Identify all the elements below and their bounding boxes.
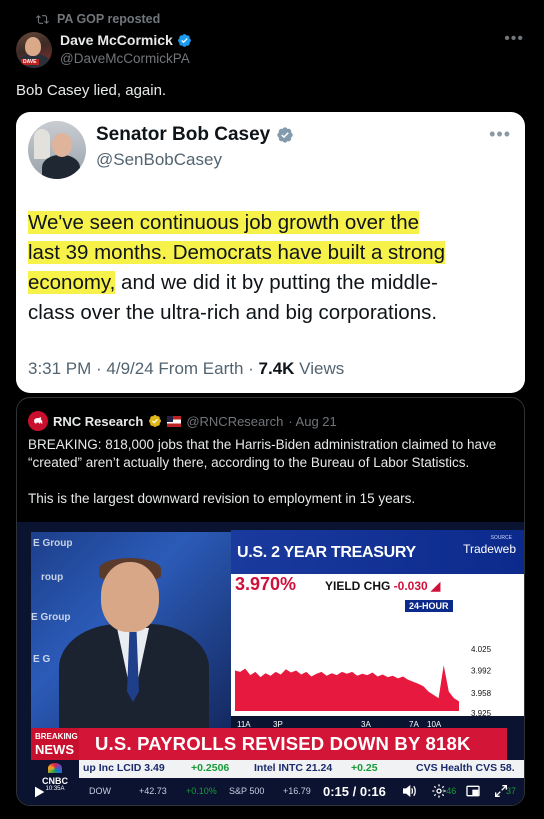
ticker-change: +0.2506 [191, 762, 230, 774]
source-small: SOURCE [490, 535, 512, 541]
highlight-line-2: last 39 months. Democrats have built a s… [28, 241, 446, 264]
studio-sign: E Group [33, 538, 73, 549]
quoted-header: RNC Research @RNCResearch · Aug 21 [28, 411, 337, 431]
embedded-name-row: Senator Bob Casey [96, 124, 294, 146]
avatar-tag: DAVE [21, 59, 39, 65]
studio-sign: E Group [31, 612, 71, 623]
verified-grey-badge-icon [277, 127, 293, 143]
quoted-text: BREAKING: 818,000 jobs that the Harris-B… [28, 436, 518, 526]
picture-in-picture-icon[interactable] [465, 783, 481, 802]
yield-chg-value: -0.030 [393, 579, 428, 593]
verified-badge-icon [177, 33, 191, 47]
video-player[interactable]: E Group roup E Group E G U.S. 2 YEAR TRE… [17, 522, 524, 805]
repost-label: PA GOP reposted [57, 12, 161, 26]
y-tick-label: 4.025 [471, 645, 492, 654]
quoted-date: · Aug 21 [288, 413, 337, 429]
breaking-news-label: BREAKING NEWS [31, 728, 79, 760]
author-name[interactable]: Dave McCormick [60, 32, 173, 48]
studio-sign: E G [33, 654, 51, 665]
embedded-views-label: Views [294, 359, 345, 378]
video-controls: 0:15 / 0:16 [17, 776, 524, 805]
tweet-text: Bob Casey lied, again. [16, 82, 167, 99]
affiliate-flag-icon [167, 415, 182, 427]
highlight-line-3: economy, [28, 271, 116, 294]
y-tick-label: 3.992 [471, 667, 492, 676]
ticker-item: CVS Health CVS 58. [416, 762, 515, 774]
anchor-head [101, 562, 159, 632]
embedded-avatar [28, 121, 86, 179]
treasury-chart: 4.025 3.992 3.958 3.925 11A 3P 3A 7A 10A 24-HOUR [231, 596, 524, 729]
embedded-views-count: 7.4K [258, 359, 295, 378]
volume-icon[interactable] [401, 783, 417, 802]
embedded-name: Senator Bob Casey [96, 124, 271, 145]
price-bar: 3.970% YIELD CHG -0.030 ◢ [231, 574, 524, 596]
yield-change: YIELD CHG -0.030 ◢ [325, 579, 440, 593]
more-options-icon[interactable]: ••• [504, 30, 524, 48]
y-tick-label: 3.958 [471, 689, 492, 698]
embedded-meta: 3:31 PM · 4/9/24 From Earth · 7.4K Views [28, 359, 344, 379]
embedded-handle: @SenBobCasey [96, 150, 222, 169]
time-range-badge: 24-HOUR [405, 600, 453, 612]
tradeweb-logo: SOURCE Tradeweb [463, 535, 516, 556]
price-value: 3.970% [235, 574, 297, 594]
chart-panel-header: U.S. 2 YEAR TREASURY SOURCE Tradeweb [231, 530, 524, 574]
rnc-logo-icon [28, 411, 48, 431]
author-handle[interactable]: @DaveMcCormickPA [60, 51, 190, 66]
headline-banner: U.S. PAYROLLS REVISED DOWN BY 818K [79, 728, 507, 760]
verified-gold-badge-icon [149, 415, 162, 427]
peacock-icon [48, 763, 62, 773]
play-icon[interactable] [31, 784, 47, 803]
embedded-time: 3:31 PM · 4/9/24 From Earth · [28, 359, 259, 378]
body-rest-1: and we did it by putting the middle- [115, 271, 438, 294]
attached-image[interactable]: Senator Bob Casey @SenBobCasey ••• We've… [16, 112, 525, 393]
y-tick-label: 3.925 [471, 709, 492, 718]
ticker-item: Intel INTC 21.24 [254, 762, 333, 774]
fullscreen-icon[interactable] [493, 783, 509, 802]
chart-title: U.S. 2 YEAR TREASURY [237, 544, 416, 561]
repost-icon [36, 14, 49, 24]
quoted-paragraph-2: This is the largest downward revision to… [28, 491, 416, 506]
highlight-line-1: We've seen continuous job growth over th… [28, 211, 419, 234]
quoted-name[interactable]: RNC Research [53, 414, 143, 429]
body-rest-2: class over the ultra-rich and big corpor… [28, 301, 438, 324]
quoted-handle[interactable]: @RNCResearch [186, 414, 283, 429]
video-time: 0:15 / 0:16 [323, 784, 386, 799]
settings-gear-icon[interactable] [431, 783, 447, 802]
repost-indicator[interactable]: PA GOP reposted [36, 12, 160, 26]
author-avatar[interactable]: DAVE [16, 32, 52, 68]
ticker-item: up Inc LCID 3.49 [83, 762, 165, 774]
quoted-paragraph-1: BREAKING: 818,000 jobs that the Harris-B… [28, 437, 497, 470]
chart-svg: 4.0253.9923.9583.92511A 3P 3A 7A 10A [235, 645, 492, 729]
embedded-body: We've seen continuous job growth over th… [28, 208, 508, 328]
author-name-row[interactable]: Dave McCormick [60, 32, 192, 48]
studio-background: E Group roup E Group E G [31, 532, 231, 734]
quoted-tweet[interactable]: RNC Research @RNCResearch · Aug 21 BREAK… [16, 397, 525, 806]
down-triangle-icon: ◢ [427, 579, 441, 593]
studio-sign: roup [41, 572, 64, 583]
ticker-change: +0.25 [351, 762, 378, 774]
tradeweb-label: Tradeweb [463, 542, 516, 556]
embedded-more-icon: ••• [489, 124, 511, 144]
yield-chg-label: YIELD CHG [325, 579, 394, 593]
chart-area-series [235, 665, 459, 711]
